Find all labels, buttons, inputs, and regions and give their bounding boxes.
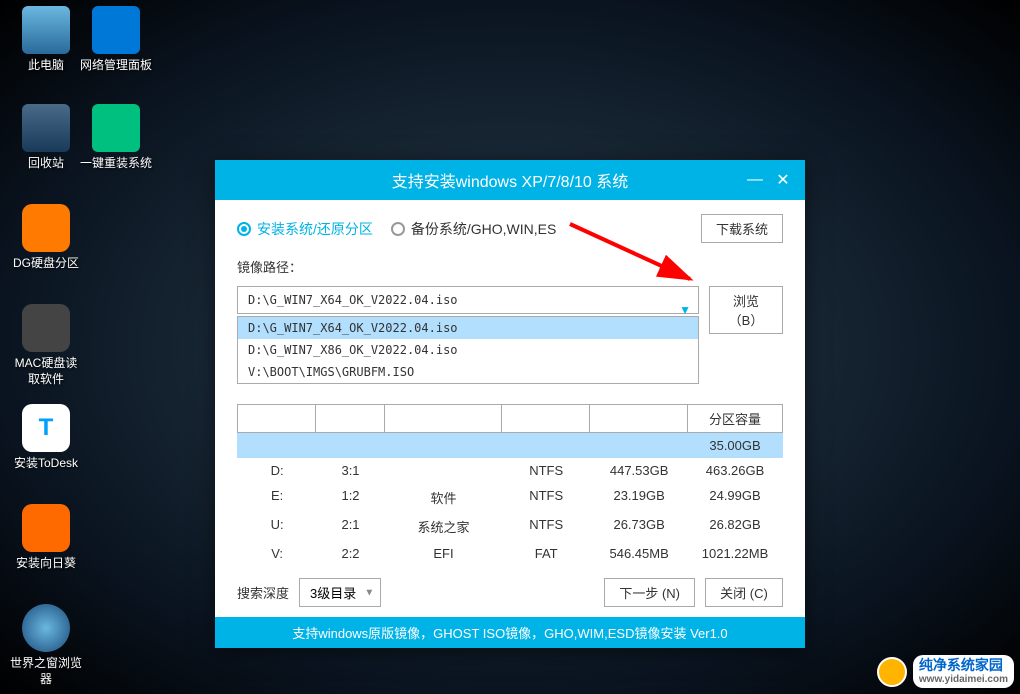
partition-table: 分区容量 35.00GB D: 3:1 NTFS 447.53GB 463.26… [237,404,783,566]
search-depth-select[interactable]: 3级目录 [299,578,381,607]
computer-icon [22,6,70,54]
table-row[interactable]: V: 2:2 EFI FAT 546.45MB 1021.22MB [237,541,783,566]
desktop-icon-label: 网络管理面板 [80,58,152,74]
radio-label: 安装系统/还原分区 [257,219,373,239]
dialog-content: 安装系统/还原分区 备份系统/GHO,WIN,ES 下载系统 镜像路径： ▼ D… [215,200,805,617]
title-bar[interactable]: 支持安装windows XP/7/8/10 系统 — ✕ [215,160,805,200]
dropdown-item[interactable]: D:\G_WIN7_X86_OK_V2022.04.iso [238,339,698,361]
radio-dot-icon [391,222,405,236]
desktop-icon-world-browser[interactable]: 世界之窗浏览器 [10,604,82,687]
desktop-icon-label: 一键重装系统 [80,156,152,172]
desktop-icon-this-pc[interactable]: 此电脑 [10,6,82,74]
desktop-icon-label: 回收站 [10,156,82,172]
mac-disk-icon [22,304,70,352]
next-button[interactable]: 下一步 (N) [604,578,695,607]
desktop-icon-dg-disk[interactable]: DG硬盘分区 [10,204,82,272]
watermark-text: 纯净系统家园 www.yidaimei.com [913,655,1014,688]
radio-install-restore[interactable]: 安装系统/还原分区 [237,219,373,239]
radio-backup[interactable]: 备份系统/GHO,WIN,ES [391,219,556,239]
disk-genius-icon [22,204,70,252]
globe-icon [22,604,70,652]
dropdown-item[interactable]: V:\BOOT\IMGS\GRUBFM.ISO [238,361,698,383]
reinstall-icon [92,104,140,152]
image-path-input[interactable] [237,286,699,314]
col-label [385,405,502,432]
dropdown-item[interactable]: D:\G_WIN7_X64_OK_V2022.04.iso [238,317,698,339]
search-depth-label: 搜索深度 [237,583,289,602]
close-dialog-button[interactable]: 关闭 (C) [705,578,783,607]
desktop-icon-label: MAC硬盘读取软件 [10,356,82,387]
desktop-icon-reinstall[interactable]: 一键重装系统 [80,104,152,172]
watermark: 纯净系统家园 www.yidaimei.com [877,655,1014,688]
browse-button[interactable]: 浏览（B） [709,286,783,334]
minimize-button[interactable]: — [745,170,765,190]
desktop-icon-recycle-bin[interactable]: 回收站 [10,104,82,172]
desktop-icon-sunflower[interactable]: 安装向日葵 [10,504,82,572]
col-capacity: 分区容量 [688,405,782,432]
recycle-bin-icon [22,104,70,152]
desktop-icon-todesk[interactable]: T 安装ToDesk [10,404,82,472]
install-dialog: 支持安装windows XP/7/8/10 系统 — ✕ 安装系统/还原分区 备… [215,160,805,648]
sunflower-icon [22,504,70,552]
desktop-icon-mac-disk[interactable]: MAC硬盘读取软件 [10,304,82,387]
image-path-combo[interactable]: ▼ D:\G_WIN7_X64_OK_V2022.04.iso D:\G_WIN… [237,286,699,334]
image-path-row: ▼ D:\G_WIN7_X64_OK_V2022.04.iso D:\G_WIN… [237,286,783,334]
image-path-label: 镜像路径： [237,257,783,276]
network-icon [92,6,140,54]
table-header: 分区容量 [237,404,783,433]
todesk-icon: T [22,404,70,452]
image-path-dropdown: D:\G_WIN7_X64_OK_V2022.04.iso D:\G_WIN7_… [237,316,699,384]
col-format [502,405,590,432]
close-button[interactable]: ✕ [773,170,793,190]
desktop-icon-label: 此电脑 [10,58,82,74]
desktop-icon-label: 安装向日葵 [10,556,82,572]
radio-label: 备份系统/GHO,WIN,ES [411,219,556,239]
desktop-icon-label: DG硬盘分区 [10,256,82,272]
status-bar: 支持windows原版镜像，GHOST ISO镜像，GHO,WIM,ESD镜像安… [215,617,805,648]
table-row[interactable]: E: 1:2 软件 NTFS 23.19GB 24.99GB [237,483,783,512]
radio-dot-icon [237,222,251,236]
col-drive [238,405,316,432]
mode-radio-group: 安装系统/还原分区 备份系统/GHO,WIN,ES 下载系统 [237,214,783,243]
download-system-button[interactable]: 下载系统 [701,214,783,243]
watermark-logo-icon [877,657,907,687]
desktop-icon-label: 世界之窗浏览器 [10,656,82,687]
dialog-title: 支持安装windows XP/7/8/10 系统 [392,168,629,192]
desktop-icon-network-panel[interactable]: 网络管理面板 [80,6,152,74]
table-row[interactable]: D: 3:1 NTFS 447.53GB 463.26GB [237,458,783,483]
desktop-icon-label: 安装ToDesk [10,456,82,472]
dialog-footer: 搜索深度 3级目录 下一步 (N) 关闭 (C) [237,578,783,607]
table-row[interactable]: 35.00GB [237,433,783,458]
col-used [590,405,688,432]
col-num [316,405,385,432]
table-row[interactable]: U: 2:1 系统之家 NTFS 26.73GB 26.82GB [237,512,783,541]
